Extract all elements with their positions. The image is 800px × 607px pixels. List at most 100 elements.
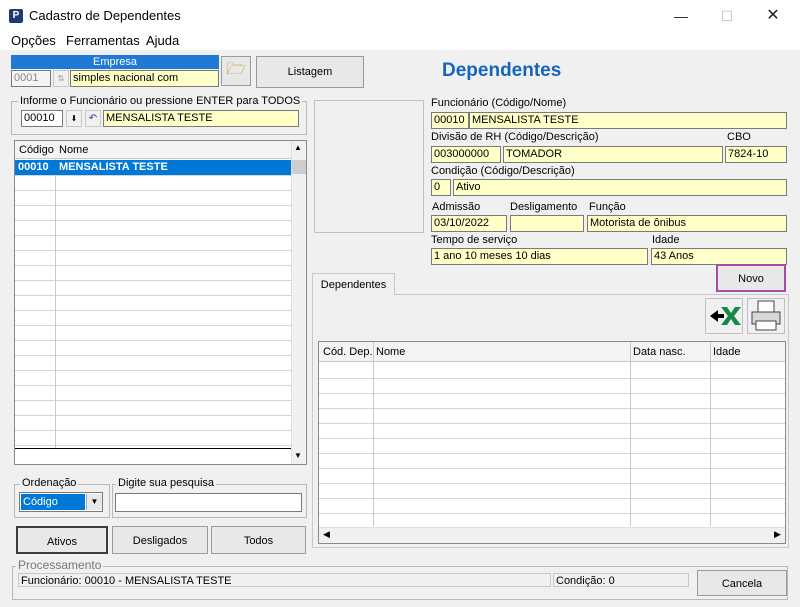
table-row[interactable]	[15, 340, 291, 341]
divisao-desc-field: TOMADOR	[503, 146, 723, 163]
row-code: 00010	[18, 161, 49, 173]
table-row[interactable]	[15, 235, 291, 236]
novo-button[interactable]: Novo	[716, 264, 786, 292]
scroll-up-icon[interactable]: ▲	[294, 143, 302, 152]
close-button[interactable]: ✕	[750, 0, 796, 32]
col-cod-dep-header[interactable]: Cód. Dep.	[323, 346, 373, 358]
divisao-label: Divisão de RH (Código/Descrição)	[431, 131, 599, 143]
table-row[interactable]	[15, 265, 291, 266]
menu-ferramentas[interactable]: Ferramentas	[66, 33, 140, 48]
column-divider	[373, 342, 374, 526]
scroll-right-icon[interactable]: ▶	[774, 529, 781, 540]
funcionario-code-input[interactable]: 00010	[21, 110, 63, 127]
column-divider	[630, 342, 631, 526]
table-row[interactable]	[15, 250, 291, 251]
tab-dependentes[interactable]: Dependentes	[312, 273, 395, 295]
table-row[interactable]	[15, 310, 291, 311]
listagem-button[interactable]: Listagem	[256, 56, 364, 88]
table-row[interactable]	[319, 378, 785, 379]
admissao-label: Admissão	[432, 201, 481, 213]
table-row[interactable]	[15, 295, 291, 296]
app-icon: P	[9, 9, 23, 23]
chevron-down-icon[interactable]: ▼	[86, 494, 102, 510]
window-title: Cadastro de Dependentes	[29, 8, 181, 23]
table-row[interactable]	[15, 415, 291, 416]
empresa-spin-icon[interactable]: ⇅	[53, 70, 69, 87]
list-header	[15, 141, 291, 159]
table-row[interactable]	[319, 453, 785, 454]
table-row[interactable]	[319, 393, 785, 394]
list-bottom-line	[15, 448, 291, 449]
photo-box	[314, 100, 424, 233]
menu-opcoes[interactable]: Opções	[11, 33, 56, 48]
funcionario-code-field: 00010	[431, 112, 469, 129]
col-nome-header[interactable]: Nome	[376, 346, 405, 358]
funcionario-group-legend: Informe o Funcionário ou pressione ENTER…	[18, 95, 303, 107]
table-row[interactable]	[15, 370, 291, 371]
page-title: Dependentes	[442, 60, 562, 81]
table-row[interactable]	[15, 445, 291, 446]
ativos-button[interactable]: Ativos	[16, 526, 108, 554]
funcao-field: Motorista de ônibus	[587, 215, 787, 232]
funcionario-name-input[interactable]: MENSALISTA TESTE	[103, 110, 299, 127]
table-row[interactable]	[319, 408, 785, 409]
table-row[interactable]	[15, 280, 291, 281]
menu-ajuda[interactable]: Ajuda	[146, 33, 179, 48]
column-divider	[55, 141, 56, 449]
open-folder-icon[interactable]: 🗁	[221, 56, 251, 86]
empresa-code-input[interactable]: 0001	[11, 70, 51, 87]
table-row[interactable]	[15, 385, 291, 386]
cbo-field: 7824-10	[725, 146, 787, 163]
table-row[interactable]	[15, 400, 291, 401]
table-row[interactable]	[15, 220, 291, 221]
tempo-field: 1 ano 10 meses 10 dias	[431, 248, 648, 265]
empresa-name-input[interactable]: simples nacional com	[70, 70, 219, 87]
ordenacao-select[interactable]: Código ▼	[19, 492, 103, 512]
condicao-code-field: 0	[431, 179, 451, 196]
pesquisa-input[interactable]	[115, 493, 302, 512]
maximize-button[interactable]: ☐	[704, 0, 750, 32]
table-row[interactable]	[319, 498, 785, 499]
print-icon[interactable]	[747, 298, 785, 334]
employee-list[interactable]: Código Nome 00010 MENSALISTA TESTE ▲ ▼	[14, 140, 307, 465]
cbo-label: CBO	[727, 131, 751, 143]
cancela-button[interactable]: Cancela	[697, 570, 787, 596]
table-row[interactable]	[15, 430, 291, 431]
tempo-label: Tempo de serviço	[431, 234, 518, 246]
list-scrollbar[interactable]	[291, 141, 306, 464]
funcionario-label: Funcionário (Código/Nome)	[431, 97, 567, 109]
undo-icon[interactable]: ↶	[85, 110, 101, 127]
scroll-down-icon[interactable]: ▼	[294, 451, 302, 460]
table-row[interactable]	[15, 325, 291, 326]
table-row[interactable]	[15, 175, 291, 176]
col-data-nasc-header[interactable]: Data nasc.	[633, 346, 686, 358]
table-row[interactable]	[15, 190, 291, 191]
col-nome-header[interactable]: Nome	[59, 144, 88, 156]
table-row[interactable]	[319, 483, 785, 484]
table-row[interactable]	[319, 423, 785, 424]
processamento-legend: Processamento	[16, 558, 104, 572]
dependentes-grid[interactable]: Cód. Dep. Nome Data nasc. Idade ◀ ▶	[318, 341, 786, 544]
table-row[interactable]	[319, 513, 785, 514]
download-arrow-icon[interactable]: ⬇	[66, 110, 82, 127]
pesquisa-legend: Digite sua pesquisa	[116, 477, 217, 489]
table-row[interactable]	[15, 205, 291, 206]
dep-grid-hscrollbar[interactable]	[319, 527, 785, 543]
status-funcionario: Funcionário: 00010 - MENSALISTA TESTE	[18, 573, 551, 587]
desligamento-field	[510, 215, 584, 232]
ordenacao-legend: Ordenação	[20, 477, 79, 489]
status-condicao: Condição: 0	[553, 573, 689, 587]
excel-export-icon[interactable]	[705, 298, 743, 334]
scroll-left-icon[interactable]: ◀	[323, 529, 330, 540]
col-codigo-header[interactable]: Código	[19, 144, 54, 156]
todos-button[interactable]: Todos	[211, 526, 306, 554]
divisao-code-field: 003000000	[431, 146, 501, 163]
table-row[interactable]	[15, 355, 291, 356]
scroll-thumb[interactable]	[292, 160, 306, 174]
table-row[interactable]	[319, 468, 785, 469]
col-idade-header[interactable]: Idade	[713, 346, 741, 358]
minimize-button[interactable]: —	[658, 0, 704, 32]
table-row[interactable]	[319, 438, 785, 439]
funcionario-name-field: MENSALISTA TESTE	[469, 112, 787, 129]
desligados-button[interactable]: Desligados	[112, 526, 208, 554]
